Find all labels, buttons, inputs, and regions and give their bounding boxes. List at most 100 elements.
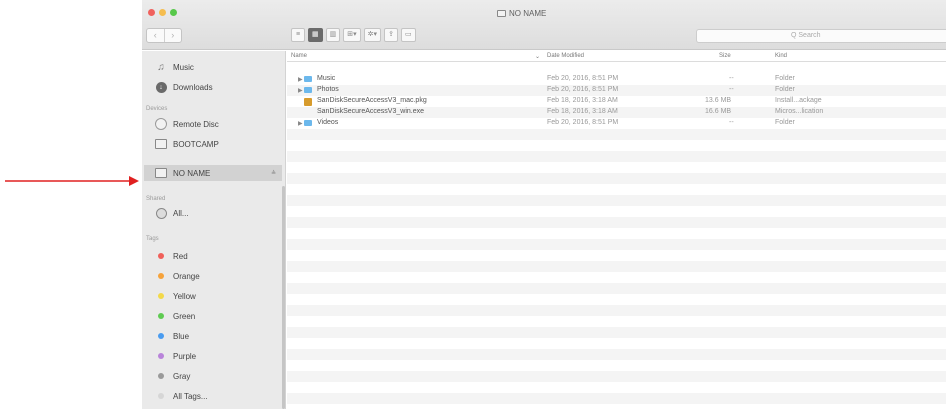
disc-icon [155,118,167,130]
empty-row [287,261,946,272]
shared-header: Shared [146,196,166,202]
sidebar-item-label: All... [173,208,189,218]
sidebar-tag-purple[interactable]: Purple [155,348,196,364]
sidebar-tag-gray[interactable]: Gray [155,368,190,384]
music-note-icon: ♫ [157,61,165,73]
sidebar-tag-green[interactable]: Green [155,308,195,324]
sidebar-item-label: Remote Disc [173,119,219,129]
tags-button[interactable]: ▭ [401,28,416,42]
folder-icon [304,76,312,82]
column-header-kind[interactable]: Kind [775,53,787,59]
folder-icon [304,87,312,93]
sidebar-item-music[interactable]: ♫ Music [155,59,194,75]
sidebar-item-no-name[interactable]: NO NAME ≜ [144,165,282,181]
forward-button[interactable]: › [165,29,182,42]
file-row-photos[interactable]: ▶ Photos Feb 20, 2016, 8:51 PM -- Folder [287,85,946,96]
network-globe-icon [155,207,167,219]
empty-row [287,195,946,206]
file-kind: Folder [775,75,795,82]
sidebar-tag-orange[interactable]: Orange [155,268,200,284]
file-row-music[interactable]: ▶ Music Feb 20, 2016, 8:51 PM -- Folder [287,74,946,85]
close-button[interactable] [148,9,155,16]
empty-row [287,239,946,250]
finder-window: NO NAME ‹ › ≡ ▦ ▥ ⊞▾ ✲▾ ⇪ ▭ Q Search ♫ M… [142,0,946,409]
share-button[interactable]: ⇪ [384,28,399,42]
icon-view-button[interactable]: ≡ [291,28,305,42]
file-name: Music [317,75,336,82]
disclosure-triangle-icon[interactable]: ▶ [298,87,303,94]
folder-icon [304,120,312,126]
sidebar-item-label: Music [173,62,194,72]
downloads-icon: ↓ [155,81,167,93]
sidebar-tag-yellow[interactable]: Yellow [155,288,196,304]
action-button[interactable]: ✲▾ [363,28,382,42]
empty-row [287,393,946,404]
sort-chevron-icon: ⌄ [535,54,541,60]
arrange-button[interactable]: ⊞▾ [343,28,361,42]
back-button[interactable]: ‹ [147,29,165,42]
empty-row [287,151,946,162]
file-date: Feb 18, 2016, 3:18 AM [547,108,618,115]
file-name: Videos [317,119,339,126]
sidebar-tag-all-tags[interactable]: All Tags... [155,388,208,404]
file-kind: Install...ackage [775,97,822,104]
sidebar-item-all-shared[interactable]: All... [155,205,189,221]
sidebar-item-downloads[interactable]: ↓ Downloads [155,79,213,95]
sidebar-item-remote-disc[interactable]: Remote Disc [155,116,219,132]
file-kind: Folder [775,86,795,93]
eject-icon[interactable]: ≜ [271,170,276,177]
file-row-mac-pkg[interactable]: SanDiskSecureAccessV3_mac.pkg Feb 18, 20… [287,96,946,107]
nav-buttons: ‹ › [146,28,182,43]
file-size: -- [729,86,734,93]
tags-header: Tags [146,236,159,242]
column-header-date[interactable]: Date Modified [547,53,584,59]
list-view-button[interactable]: ▦ [308,28,323,42]
file-date: Feb 20, 2016, 8:51 PM [547,119,619,126]
file-size: 13.6 MB [705,97,732,104]
sidebar-tag-red[interactable]: Red [155,248,188,264]
column-header-size[interactable]: Size [719,53,731,59]
all-tags-icon [158,393,164,399]
list-header: Name ⌄ Date Modified Size Kind [287,51,946,62]
sidebar-item-bootcamp[interactable]: BOOTCAMP [155,136,219,152]
disclosure-triangle-icon[interactable]: ▶ [298,76,303,83]
file-date: Feb 20, 2016, 8:51 PM [547,86,619,93]
sidebar-item-label: Gray [173,371,191,381]
sidebar-item-label: NO NAME [173,168,211,178]
sidebar-item-label: Green [173,311,196,321]
sidebar-item-label: BOOTCAMP [173,139,219,149]
minimize-button[interactable] [159,9,166,16]
empty-row [287,305,946,316]
annotation-arrow-icon [5,176,139,186]
file-name: SanDiskSecureAccessV3_mac.pkg [317,97,427,104]
file-size: 16.6 MB [705,108,732,115]
sidebar-item-label: Purple [173,351,197,361]
file-row-win-exe[interactable]: SanDiskSecureAccessV3_win.exe Feb 18, 20… [287,107,946,118]
gray-tag-icon [158,373,164,379]
empty-row [287,173,946,184]
search-input[interactable]: Q Search [696,29,946,43]
column-view-button[interactable]: ▥ [325,28,341,42]
package-icon [304,98,312,106]
file-row-videos[interactable]: ▶ Videos Feb 20, 2016, 8:51 PM -- Folder [287,118,946,129]
green-tag-icon [158,313,164,319]
disk-icon [155,168,167,178]
file-list: Name ⌄ Date Modified Size Kind ▶ Music F… [287,51,946,409]
file-name: SanDiskSecureAccessV3_win.exe [317,108,424,115]
column-header-name[interactable]: Name [291,53,307,59]
zoom-button[interactable] [170,9,177,16]
empty-row [287,283,946,294]
file-kind: Folder [775,119,795,126]
window-title-label: NO NAME [509,9,547,18]
empty-row [287,327,946,338]
sidebar-scrollbar[interactable] [282,186,285,409]
search-placeholder: Q Search [791,32,821,39]
disk-icon [155,139,167,149]
sidebar-item-label: Downloads [173,82,213,92]
window-title: NO NAME [497,9,546,18]
title-bar: NO NAME ‹ › ≡ ▦ ▥ ⊞▾ ✲▾ ⇪ ▭ Q Search [142,0,946,50]
disclosure-triangle-icon[interactable]: ▶ [298,120,303,127]
empty-row [287,217,946,228]
purple-tag-icon [158,353,164,359]
sidebar-tag-blue[interactable]: Blue [155,328,189,344]
